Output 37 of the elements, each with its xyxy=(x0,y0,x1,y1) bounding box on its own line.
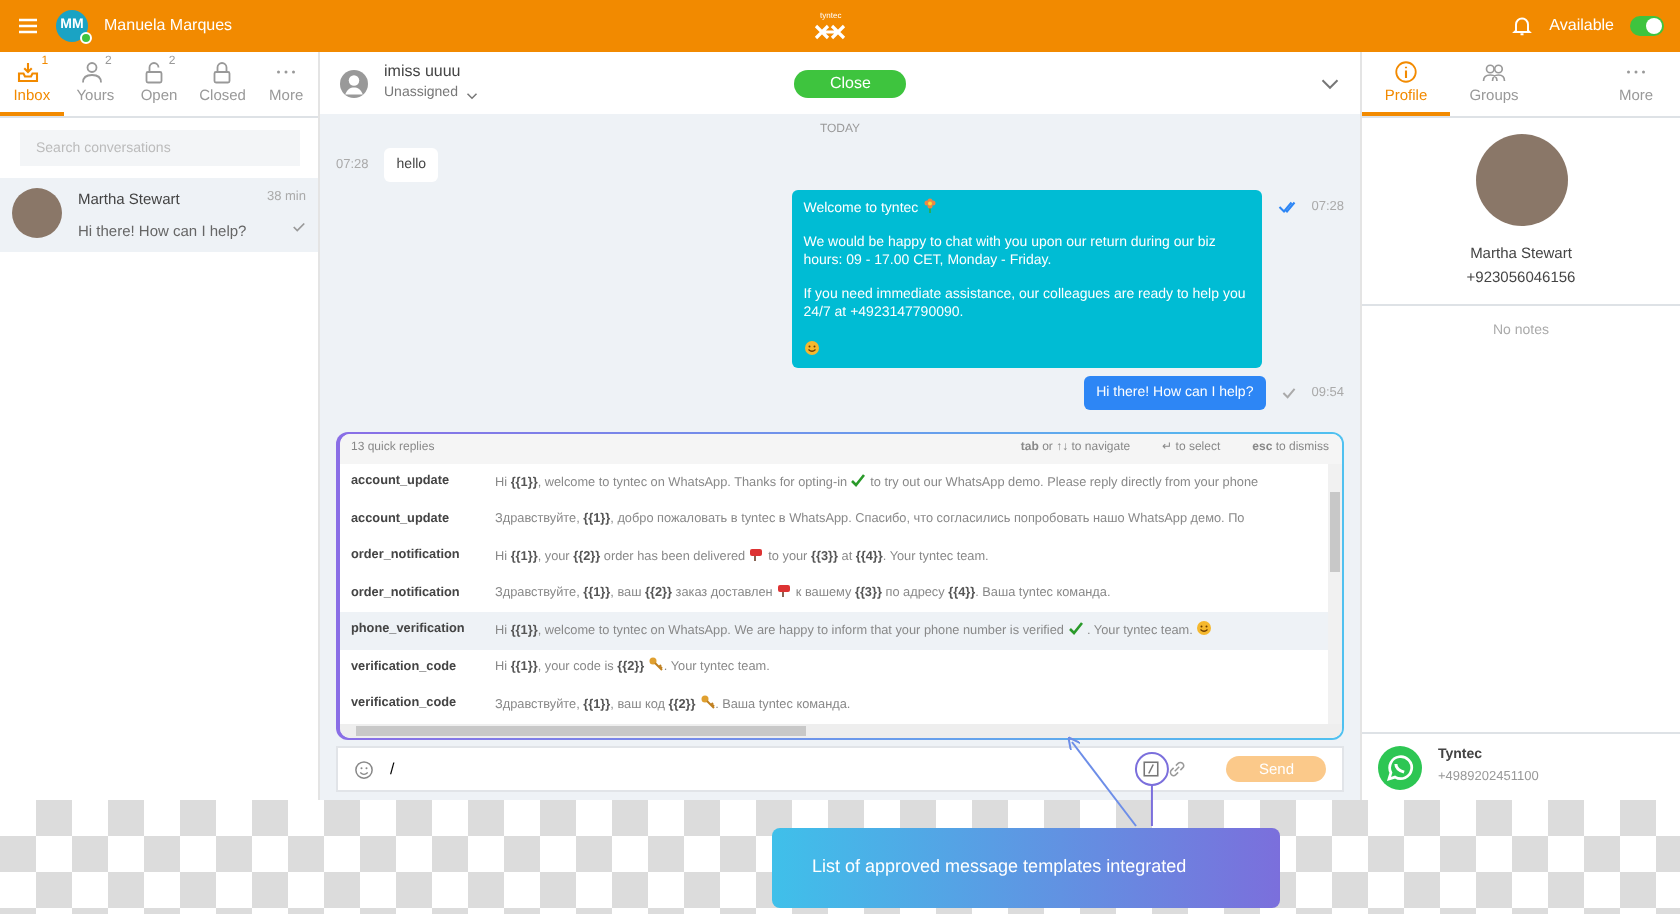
slash-command-icon[interactable] xyxy=(1142,760,1161,778)
mailbox-emoji xyxy=(776,582,793,599)
status-label: Available xyxy=(1549,14,1614,38)
flower-emoji xyxy=(922,198,939,215)
people-icon xyxy=(1482,60,1506,84)
logo-icon xyxy=(814,22,847,42)
annotation-arrow xyxy=(1067,736,1137,827)
user-name: Manuela Marques xyxy=(104,14,233,38)
user-icon xyxy=(79,60,104,84)
emoji-icon[interactable] xyxy=(354,759,374,779)
check-mark-emoji xyxy=(850,471,867,488)
leader-line xyxy=(1150,784,1153,827)
check-mark-emoji xyxy=(1067,619,1084,636)
notification-bell-icon[interactable] xyxy=(1509,14,1534,38)
menu-icon[interactable] xyxy=(16,14,40,38)
contact-name: imiss uuuu xyxy=(384,60,463,85)
profile-photo xyxy=(1475,134,1567,227)
unlocked-padlock-icon xyxy=(142,60,167,84)
avatar-icon xyxy=(340,69,368,97)
check-icon xyxy=(292,219,306,233)
availability-toggle[interactable] xyxy=(1630,16,1664,36)
smiley-emoji xyxy=(1196,619,1213,636)
key-emoji xyxy=(699,693,716,710)
vertical-scrollbar[interactable] xyxy=(1327,464,1341,723)
info-icon xyxy=(1394,60,1418,84)
callout-label: List of approved message templates integrated xyxy=(772,828,1280,908)
mailbox-emoji xyxy=(748,545,765,562)
inbox-icon xyxy=(15,60,40,84)
smiley-emoji xyxy=(803,339,820,356)
horizontal-scrollbar[interactable] xyxy=(339,723,1341,737)
paperclip-link-icon[interactable] xyxy=(1168,760,1187,778)
contact-photo xyxy=(12,188,62,239)
caret-icon[interactable] xyxy=(465,89,478,101)
padlock-icon xyxy=(210,60,235,84)
whatsapp-icon xyxy=(1378,745,1422,789)
key-emoji xyxy=(647,656,664,673)
highlight-circle xyxy=(1134,752,1169,786)
